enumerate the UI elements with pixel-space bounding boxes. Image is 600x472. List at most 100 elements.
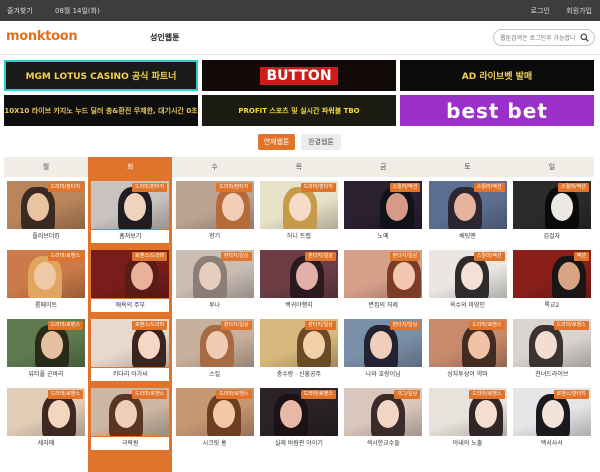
search-box[interactable] [493, 29, 595, 46]
webtoon-thumbnail[interactable]: 로맨스/드라마 [91, 319, 170, 367]
webtoon-title[interactable]: 록교2 [512, 299, 591, 312]
webtoon-card[interactable]: 액션 록교2 [512, 246, 591, 312]
site-logo[interactable]: monktoon [6, 29, 78, 44]
webtoon-card[interactable]: 드라마/로맨스 시크릿 홈 [175, 384, 254, 450]
webtoon-thumbnail[interactable]: 드라마/판타지 [259, 181, 338, 229]
day-tab-5[interactable]: 금 [341, 157, 425, 177]
webtoon-card[interactable]: 드라마/로맨스 룸메이트 [7, 246, 85, 312]
ad-banner-6[interactable]: best bet [400, 95, 594, 126]
webtoon-card[interactable]: 드라마/판타지 허니 트랩 [259, 177, 338, 243]
ad-banner-2[interactable]: BUTTON [202, 60, 396, 91]
webtoon-title[interactable]: 키다리 아가씨 [91, 368, 170, 381]
webtoon-title[interactable]: 뷰티풀 군바리 [7, 368, 85, 381]
webtoon-title[interactable]: 스킬 [175, 368, 254, 381]
ad-banner-5[interactable]: PROFIT 스포츠 및 실시간 파워볼 TBO [202, 95, 396, 126]
webtoon-thumbnail[interactable]: 판타지/일상 [344, 319, 423, 367]
webtoon-card[interactable]: 개그/일상 섹시한교수들 [344, 384, 423, 450]
webtoon-title[interactable]: 김걸자 [512, 230, 591, 243]
webtoon-thumbnail[interactable]: 드라마/로맨스 [7, 388, 85, 436]
signup-link[interactable]: 회원가입 [566, 7, 592, 15]
webtoon-card[interactable]: 드라마/로맨스 극락원 [91, 384, 170, 450]
webtoon-card[interactable]: 드라마/판타지 훔쳐보기 [91, 177, 170, 243]
webtoon-title[interactable]: 아내의 노출 [428, 437, 507, 450]
nav-adult-webtoon[interactable]: 성인웹툰 [150, 32, 179, 43]
series-tab-completed[interactable]: 완결웹툰 [301, 134, 341, 150]
search-icon[interactable] [580, 33, 589, 42]
webtoon-thumbnail[interactable]: 드라마/로맨스 [428, 319, 507, 367]
webtoon-thumbnail[interactable]: 드라마/로맨스 [175, 388, 254, 436]
webtoon-card[interactable]: 판타지/일상 스킬 [175, 315, 254, 381]
webtoon-card[interactable]: 드라마/로맨스 실제 바람판 아이기 [259, 384, 338, 450]
webtoon-thumbnail[interactable]: 로맨스/판타지 [512, 388, 591, 436]
ad-banner-4[interactable]: 10X10 라이브 카지노 누드 딜러 충&환전 무제한, 대기시간 0초 [4, 95, 198, 126]
webtoon-card[interactable]: 판타지/일상 나와 호랑이님 [344, 315, 423, 381]
webtoon-thumbnail[interactable]: 드라마/로맨스 [7, 319, 85, 367]
webtoon-thumbnail[interactable]: 판타지/일상 [259, 250, 338, 298]
webtoon-card[interactable]: 로맨스/판타지 백서사서 [512, 384, 591, 450]
webtoon-thumbnail[interactable]: 스릴러/액션 [428, 181, 507, 229]
day-tab-2[interactable]: 화 [88, 157, 173, 177]
webtoon-card[interactable]: 드라마/로맨스 세자매 [7, 384, 85, 450]
day-tab-6[interactable]: 토 [426, 157, 510, 177]
webtoon-card[interactable]: 판타지/일상 변집의 처제 [344, 246, 423, 312]
webtoon-card[interactable]: 로맨스/드라마 키다리 아가씨 [91, 315, 170, 381]
webtoon-title[interactable]: 시크릿 홈 [175, 437, 254, 450]
webtoon-title[interactable]: 상자투성이 약마 [428, 368, 507, 381]
webtoon-card[interactable]: 드라마/판타지 플러브더킹 [7, 177, 85, 243]
webtoon-thumbnail[interactable]: 드라마/로맨스 [7, 250, 85, 298]
webtoon-thumbnail[interactable]: 판타지/일상 [175, 250, 254, 298]
webtoon-title[interactable]: 옥수의 마땅인 [428, 299, 507, 312]
webtoon-title[interactable]: 중수랑 · 신흥공주 [259, 368, 338, 381]
day-tab-1[interactable]: 월 [4, 157, 88, 177]
webtoon-thumbnail[interactable]: 드라마/로맨스 [91, 388, 170, 436]
webtoon-card[interactable]: 판타지/일상 백귀야행지 [259, 246, 338, 312]
webtoon-title[interactable]: 룸메이트 [7, 299, 85, 312]
webtoon-thumbnail[interactable]: 판타지/일상 [175, 319, 254, 367]
webtoon-title[interactable]: 섹시한교수들 [344, 437, 423, 450]
day-tab-7[interactable]: 일 [510, 157, 594, 177]
webtoon-card[interactable]: 드라마/로맨스 아내의 노출 [428, 384, 507, 450]
webtoon-card[interactable]: 판타지/일상 루나 [175, 246, 254, 312]
webtoon-thumbnail[interactable]: 스릴러/액션 [428, 250, 507, 298]
webtoon-thumbnail[interactable]: 로맨스/드라마 [91, 250, 170, 298]
webtoon-thumbnail[interactable]: 드라마/로맨스 [512, 319, 591, 367]
search-input[interactable] [500, 32, 576, 44]
webtoon-title[interactable]: 세자매 [7, 437, 85, 450]
webtoon-title[interactable]: 실제 바람판 아이기 [259, 437, 338, 450]
ad-banner-3[interactable]: AD 라이브벳 발매 [400, 60, 594, 91]
webtoon-thumbnail[interactable]: 개그/일상 [344, 388, 423, 436]
webtoon-title[interactable]: 애욕의 주부 [91, 299, 170, 312]
webtoon-thumbnail[interactable]: 스릴러/액션 [512, 181, 591, 229]
webtoon-card[interactable]: 드라마/로맨스 천녀드라이브 [512, 315, 591, 381]
webtoon-card[interactable]: 드라마/로맨스 상자투성이 약마 [428, 315, 507, 381]
ad-banner-1[interactable]: MGM LOTUS CASINO 공식 파트너 [4, 60, 198, 91]
webtoon-card[interactable]: 스릴러/액션 노예 [344, 177, 423, 243]
webtoon-title[interactable]: 변집의 처제 [344, 299, 423, 312]
webtoon-title[interactable]: 향기 [175, 230, 254, 243]
webtoon-thumbnail[interactable]: 드라마/판타지 [91, 181, 170, 229]
webtoon-title[interactable]: 노예 [344, 230, 423, 243]
webtoon-title[interactable]: 백서사서 [512, 437, 591, 450]
webtoon-thumbnail[interactable]: 액션 [512, 250, 591, 298]
login-link[interactable]: 로그인 [531, 7, 550, 15]
webtoon-thumbnail[interactable]: 드라마/판타지 [7, 181, 85, 229]
webtoon-card[interactable]: 스릴러/액션 김걸자 [512, 177, 591, 243]
webtoon-card[interactable]: 스릴러/액션 배팅맨 [428, 177, 507, 243]
webtoon-title[interactable]: 백귀야행지 [259, 299, 338, 312]
webtoon-title[interactable]: 플러브더킹 [7, 230, 85, 243]
webtoon-card[interactable]: 드라마/로맨스 뷰티풀 군바리 [7, 315, 85, 381]
series-tab-ongoing[interactable]: 연재웹툰 [258, 134, 295, 150]
bookmark-link[interactable]: 즐겨찾기 [7, 7, 33, 15]
webtoon-thumbnail[interactable]: 판타지/일상 [259, 319, 338, 367]
webtoon-thumbnail[interactable]: 스릴러/액션 [344, 181, 423, 229]
webtoon-thumbnail[interactable]: 드라마/로맨스 [428, 388, 507, 436]
webtoon-title[interactable]: 천녀드라이브 [512, 368, 591, 381]
webtoon-thumbnail[interactable]: 드라마/로맨스 [259, 388, 338, 436]
webtoon-card[interactable]: 스릴러/액션 옥수의 마땅인 [428, 246, 507, 312]
webtoon-title[interactable]: 훔쳐보기 [91, 230, 170, 243]
webtoon-thumbnail[interactable]: 드라마/판타지 [175, 181, 254, 229]
webtoon-title[interactable]: 루나 [175, 299, 254, 312]
webtoon-thumbnail[interactable]: 판타지/일상 [344, 250, 423, 298]
webtoon-title[interactable]: 나와 호랑이님 [344, 368, 423, 381]
webtoon-title[interactable]: 배팅맨 [428, 230, 507, 243]
